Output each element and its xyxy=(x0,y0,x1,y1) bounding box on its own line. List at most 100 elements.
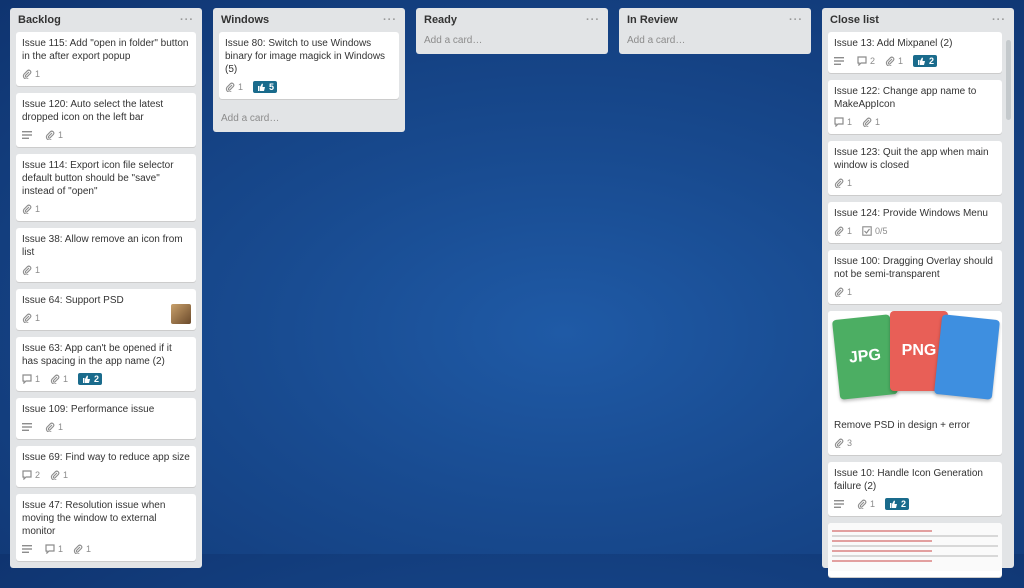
list-title[interactable]: Ready xyxy=(424,14,457,26)
attachments-count: 1 xyxy=(35,203,41,214)
card[interactable]: Issue 120: Auto select the latest droppe… xyxy=(16,93,196,147)
card-screenshot[interactable] xyxy=(828,523,1002,577)
list-header: In Review ··· xyxy=(619,8,811,32)
votes-count: 5 xyxy=(269,81,275,92)
psd-file-icon xyxy=(933,314,1001,400)
comments-count: 1 xyxy=(35,373,41,384)
attachments-count: 1 xyxy=(847,177,853,188)
card[interactable]: Issue 100: Dragging Overlay should not b… xyxy=(828,250,1002,304)
card[interactable]: Issue 63: App can't be opened if it has … xyxy=(16,337,196,391)
card-cover-image: JPG PNG xyxy=(828,311,1002,415)
card[interactable]: JPG PNG Remove PSD in design + error 3 xyxy=(828,311,1002,455)
list-header: Ready ··· xyxy=(416,8,608,32)
card-badges: 1 xyxy=(834,285,996,298)
attachments-badge: 1 xyxy=(45,130,63,140)
list-menu-icon[interactable]: ··· xyxy=(992,8,1006,32)
card-badges: 11 xyxy=(834,115,996,128)
comments-badge: 1 xyxy=(45,544,63,554)
attachments-count: 1 xyxy=(875,116,881,127)
card-title: Issue 47: Resolution issue when moving t… xyxy=(22,500,166,537)
votes-badge: 2 xyxy=(78,372,103,385)
list-menu-icon[interactable]: ··· xyxy=(180,8,194,32)
card-badges: 12 xyxy=(834,497,996,510)
jpg-file-icon: JPG xyxy=(831,314,899,400)
avatar[interactable] xyxy=(171,304,191,324)
list-title[interactable]: In Review xyxy=(627,14,678,26)
card-badges: 11 xyxy=(22,542,190,555)
card-badges: 1 xyxy=(22,311,190,324)
attachments-count: 1 xyxy=(35,264,41,275)
attachments-badge: 1 xyxy=(834,287,852,297)
list-menu-icon[interactable]: ··· xyxy=(789,8,803,32)
card-badges: 1 0/5 xyxy=(834,224,996,237)
description-badge xyxy=(834,56,847,66)
card-title: Issue 80: Switch to use Windows binary f… xyxy=(225,38,386,75)
list-title[interactable]: Close list xyxy=(830,14,879,26)
card[interactable]: Issue 115: Add "open in folder" button i… xyxy=(16,32,196,86)
list-in-review: In Review ··· Add a card… xyxy=(619,8,811,54)
attachments-count: 1 xyxy=(58,421,64,432)
checklist-badge: 0/5 xyxy=(862,226,888,236)
card-title: Issue 63: App can't be opened if it has … xyxy=(22,343,172,367)
comments-badge: 1 xyxy=(22,374,40,384)
card[interactable]: Issue 64: Support PSD 1 xyxy=(16,289,196,330)
attachments-badge: 1 xyxy=(885,56,903,66)
votes-count: 2 xyxy=(94,373,100,384)
card[interactable]: Issue 10: Handle Icon Generation failure… xyxy=(828,462,1002,516)
list-header: Close list ··· xyxy=(822,8,1014,32)
votes-badge: 2 xyxy=(885,497,910,510)
screenshot-line xyxy=(832,540,932,542)
card-badges: 1 xyxy=(22,420,190,433)
card[interactable]: Issue 123: Quit the app when main window… xyxy=(828,141,1002,195)
comments-badge: 2 xyxy=(22,470,40,480)
list-scrollbar[interactable] xyxy=(1006,40,1011,120)
add-card-button[interactable]: Add a card… xyxy=(619,32,811,54)
votes-badge: 5 xyxy=(253,80,278,93)
attachments-badge: 1 xyxy=(50,470,68,480)
add-card-button[interactable]: Add a card… xyxy=(213,110,405,132)
description-badge xyxy=(834,499,847,509)
card-title: Issue 13: Add Mixpanel (2) xyxy=(834,38,953,49)
card-title: Issue 120: Auto select the latest droppe… xyxy=(22,99,164,123)
card[interactable]: Issue 13: Add Mixpanel (2) 2 1 2 xyxy=(828,32,1002,73)
comments-count: 2 xyxy=(35,469,41,480)
screenshot-line xyxy=(832,560,932,562)
card[interactable]: Issue 47: Resolution issue when moving t… xyxy=(16,494,196,561)
card-title: Issue 64: Support PSD xyxy=(22,295,124,306)
card-badges: 1 xyxy=(834,176,996,189)
list-title[interactable]: Backlog xyxy=(18,14,61,26)
card-badges: 1 xyxy=(22,263,190,276)
list-title[interactable]: Windows xyxy=(221,14,269,26)
attachments-badge: 3 xyxy=(834,438,852,448)
list-menu-icon[interactable]: ··· xyxy=(586,8,600,32)
card-title: Issue 38: Allow remove an icon from list xyxy=(22,234,183,258)
comments-count: 1 xyxy=(58,543,64,554)
card-list: Issue 115: Add "open in folder" button i… xyxy=(10,32,202,572)
attachments-count: 1 xyxy=(58,129,64,140)
attachments-badge: 1 xyxy=(862,117,880,127)
attachments-badge: 1 xyxy=(225,82,243,92)
attachments-badge: 1 xyxy=(22,204,40,214)
attachments-badge: 1 xyxy=(834,178,852,188)
list-header: Windows ··· xyxy=(213,8,405,32)
card-title: Issue 114: Export icon file selector def… xyxy=(22,160,174,197)
card-title: Issue 69: Find way to reduce app size xyxy=(22,452,190,463)
card[interactable]: Issue 114: Export icon file selector def… xyxy=(16,154,196,221)
card-title: Issue 109: Performance issue xyxy=(22,404,155,415)
attachments-badge: 1 xyxy=(857,499,875,509)
card-list: Issue 80: Switch to use Windows binary f… xyxy=(213,32,405,110)
card[interactable]: Issue 38: Allow remove an icon from list… xyxy=(16,228,196,282)
card[interactable]: Issue 109: Performance issue 1 xyxy=(16,398,196,439)
card[interactable]: Issue 69: Find way to reduce app size 2 1 xyxy=(16,446,196,487)
votes-count: 2 xyxy=(929,55,935,66)
attachments-count: 1 xyxy=(35,312,41,323)
card[interactable]: Issue 124: Provide Windows Menu 1 0/5 xyxy=(828,202,1002,243)
card[interactable]: Issue 122: Change app name to MakeAppIco… xyxy=(828,80,1002,134)
attachments-count: 1 xyxy=(847,286,853,297)
add-card-button[interactable]: Add a card… xyxy=(416,32,608,54)
card[interactable]: Issue 80: Switch to use Windows binary f… xyxy=(219,32,399,99)
attachments-badge: 1 xyxy=(22,265,40,275)
card-badges: 1 xyxy=(22,67,190,80)
list-menu-icon[interactable]: ··· xyxy=(383,8,397,32)
attachments-count: 1 xyxy=(63,373,69,384)
